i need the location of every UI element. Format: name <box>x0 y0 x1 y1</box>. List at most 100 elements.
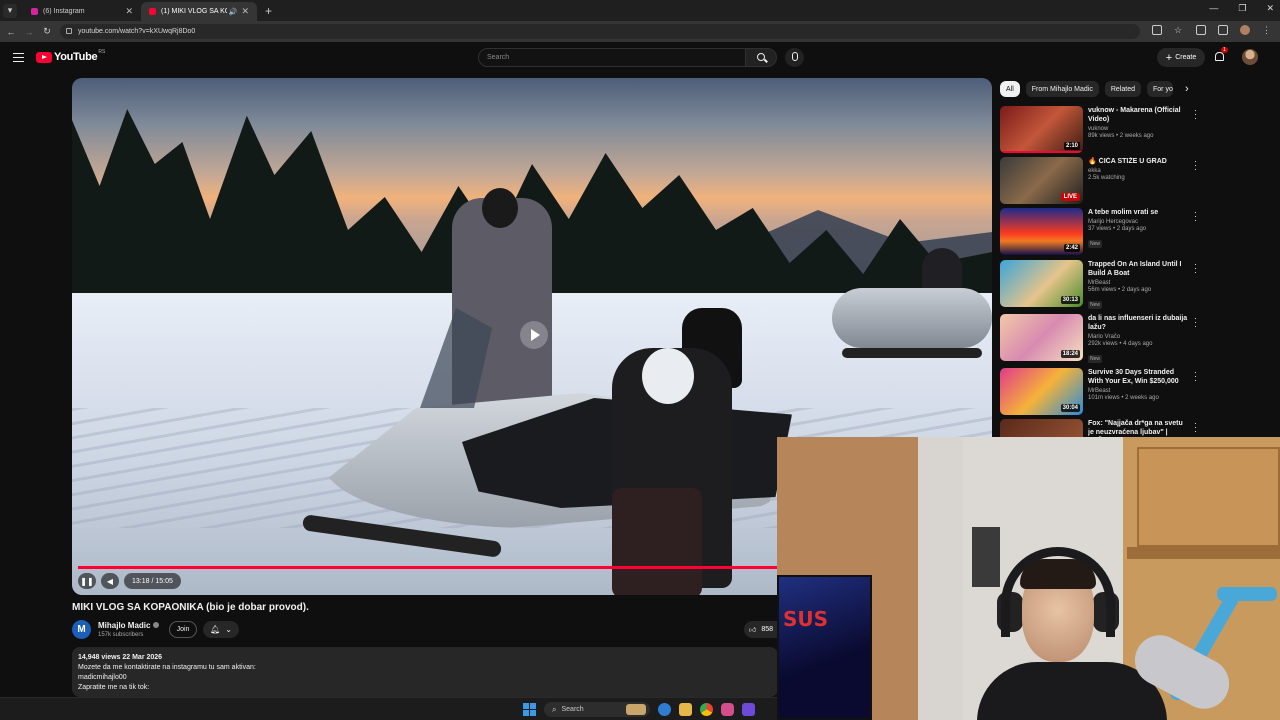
search-icon <box>757 53 765 61</box>
recommendation-item[interactable]: 30:04 Survive 30 Days Stranded With Your… <box>1000 368 1205 416</box>
duration-badge: 2:10 <box>1063 142 1080 150</box>
chevron-right-icon[interactable]: › <box>1185 83 1189 95</box>
webcam-mic-arm-top <box>1217 587 1277 601</box>
chip-all[interactable]: All <box>1000 81 1020 97</box>
video-thumbnail[interactable]: LIVE <box>1000 157 1083 204</box>
tab-youtube[interactable]: (1) MIKI VLOG SA KOPAON... 🔊 ✕ <box>141 2 257 21</box>
more-actions-icon[interactable]: · · · <box>1194 157 1197 174</box>
notifications-icon[interactable]: 1 <box>1214 47 1228 62</box>
description-line: madicmihajlo00 <box>78 674 127 681</box>
notification-badge: 1 <box>1221 47 1228 53</box>
taskbar-icons: ⌕ Search <box>523 702 755 717</box>
app-icon[interactable] <box>721 703 734 716</box>
new-tab-button[interactable]: + <box>265 4 272 18</box>
more-actions-icon[interactable]: · · · <box>1194 419 1197 436</box>
tab-title: (1) MIKI VLOG SA KOPAON... <box>161 8 227 15</box>
new-badge: New <box>1088 301 1103 309</box>
recommendation-title: A tebe molim vrati se <box>1088 209 1159 216</box>
recommendation-item[interactable]: LIVE 🔥 ČIČA STIŽE U GRAD ekka 2.5k watch… <box>1000 157 1205 205</box>
close-tab-icon[interactable]: ✕ <box>241 6 249 17</box>
play-indicator-icon <box>520 321 548 349</box>
description-box[interactable]: 14,948 views 22 Mar 2026 Mozete da me ko… <box>72 647 778 697</box>
create-button[interactable]: + Create <box>1157 48 1205 67</box>
video-thumbnail[interactable]: 30:13 <box>1000 260 1083 307</box>
extensions-icon[interactable] <box>1196 25 1206 35</box>
more-actions-icon[interactable]: · · · <box>1194 314 1197 331</box>
more-actions-icon[interactable]: · · · <box>1194 260 1197 277</box>
recommendation-meta: 56m views • 2 days ago <box>1088 287 1152 293</box>
edge-icon[interactable] <box>658 703 671 716</box>
description-line: Zapratite me na tik tok: <box>78 684 150 691</box>
video-thumbnail[interactable]: 18:24 <box>1000 314 1083 361</box>
recommendation-channel: Mario Vračo <box>1088 334 1121 340</box>
recommendation-item[interactable]: 2:10 vuknow - Makarena (Official Video) … <box>1000 106 1205 154</box>
video-thumbnail[interactable]: 30:04 <box>1000 368 1083 415</box>
chrome-icon[interactable] <box>700 703 713 716</box>
tab-instagram[interactable]: (6) Instagram ✕ <box>23 2 141 21</box>
reload-button[interactable]: ↻ <box>38 26 56 37</box>
channel-avatar[interactable]: M <box>72 620 91 639</box>
window-controls: — ❐ ✕ <box>1209 3 1274 14</box>
windows-start-icon[interactable] <box>523 703 536 716</box>
close-window-button[interactable]: ✕ <box>1266 3 1274 14</box>
profile-icon[interactable] <box>1240 25 1250 35</box>
join-button[interactable]: Join <box>169 621 197 638</box>
audio-playing-icon[interactable]: 🔊 <box>229 8 238 16</box>
tab-search-icon[interactable]: ▾ <box>3 3 17 18</box>
cast-icon[interactable] <box>1152 25 1162 35</box>
recommendation-meta: 2.5k watching <box>1088 175 1125 181</box>
recommendation-info: Trapped On An Island Until I Build A Boa… <box>1088 260 1188 311</box>
mute-button[interactable]: ◀ <box>101 573 119 589</box>
chevron-down-icon: ⌄ <box>225 625 232 634</box>
chip-related[interactable]: Related <box>1104 81 1141 97</box>
channel-name-link[interactable]: Mihajlo Madic <box>98 621 160 630</box>
search-button[interactable] <box>745 48 777 67</box>
recommendation-item[interactable]: Fox: "Najjača dr*ga na svetu je neuzvrać… <box>1000 419 1205 437</box>
recommendation-meta: 37 views • 2 days ago <box>1088 226 1147 232</box>
sidebar-icon[interactable] <box>1218 25 1228 35</box>
browser-menu-icon[interactable]: ⋮ <box>1262 25 1272 35</box>
maximize-button[interactable]: ❐ <box>1238 3 1246 14</box>
thumbs-up-icon: 👍︎ <box>749 627 757 634</box>
more-actions-icon[interactable]: · · · <box>1194 368 1197 385</box>
more-actions-icon[interactable]: · · · <box>1194 106 1197 123</box>
guide-menu-icon[interactable] <box>13 53 24 62</box>
like-button[interactable]: 👍︎ 858 <box>744 621 778 638</box>
tab-title: (6) Instagram <box>43 8 85 15</box>
close-tab-icon[interactable]: ✕ <box>125 6 133 17</box>
youtube-logo[interactable]: YouTube RS <box>36 49 105 63</box>
minimize-button[interactable]: — <box>1209 3 1218 14</box>
search-highlight-image <box>626 704 646 715</box>
file-explorer-icon[interactable] <box>679 703 692 716</box>
chip-for-you[interactable]: For you <box>1147 81 1173 97</box>
bookmark-star-icon[interactable]: ☆ <box>1174 25 1184 35</box>
voice-search-icon[interactable] <box>785 48 804 67</box>
forward-button[interactable]: → <box>20 27 38 37</box>
video-thumbnail[interactable] <box>1000 419 1083 437</box>
recommendation-channel: ekka <box>1088 168 1101 174</box>
recommendation-item[interactable]: 2:42 A tebe molim vrati se Marijo Herceg… <box>1000 208 1205 256</box>
channel-name: Mihajlo Madic <box>98 621 151 630</box>
recommendation-item[interactable]: 30:13 Trapped On An Island Until I Build… <box>1000 260 1205 311</box>
site-info-icon[interactable] <box>66 28 72 34</box>
pause-button[interactable]: ❚❚ <box>78 573 96 589</box>
recommendation-title: Survive 30 Days Stranded With Your Ex, W… <box>1088 369 1179 385</box>
subscribed-notifications-button[interactable]: 🔔︎ ⌄ <box>203 621 239 638</box>
more-actions-icon[interactable]: · · · <box>1194 208 1197 225</box>
verified-icon <box>153 622 160 628</box>
monitor-logo-graphic: SUS <box>783 607 829 631</box>
video-thumbnail[interactable]: 2:10 <box>1000 106 1083 153</box>
search-input[interactable]: Search <box>478 48 746 67</box>
account-avatar[interactable] <box>1242 49 1258 65</box>
chip-from-channel[interactable]: From Mihajlo Madic <box>1025 81 1099 97</box>
url-field[interactable]: youtube.com/watch?v=kXUwqRj8Do0 <box>60 24 1140 39</box>
recommendation-title: Trapped On An Island Until I Build A Boa… <box>1088 261 1182 277</box>
video-thumbnail[interactable]: 2:42 <box>1000 208 1083 255</box>
like-count: 858 <box>761 626 774 633</box>
views-and-date: 14,948 views 22 Mar 2026 <box>78 654 163 661</box>
recommendation-title: 🔥 ČIČA STIŽE U GRAD <box>1088 158 1167 165</box>
back-button[interactable]: ← <box>2 27 20 37</box>
app-icon-2[interactable] <box>742 703 755 716</box>
recommendation-item[interactable]: 18:24 da li nas influenseri iz dubaija l… <box>1000 314 1205 363</box>
taskbar-search[interactable]: ⌕ Search <box>544 702 650 717</box>
